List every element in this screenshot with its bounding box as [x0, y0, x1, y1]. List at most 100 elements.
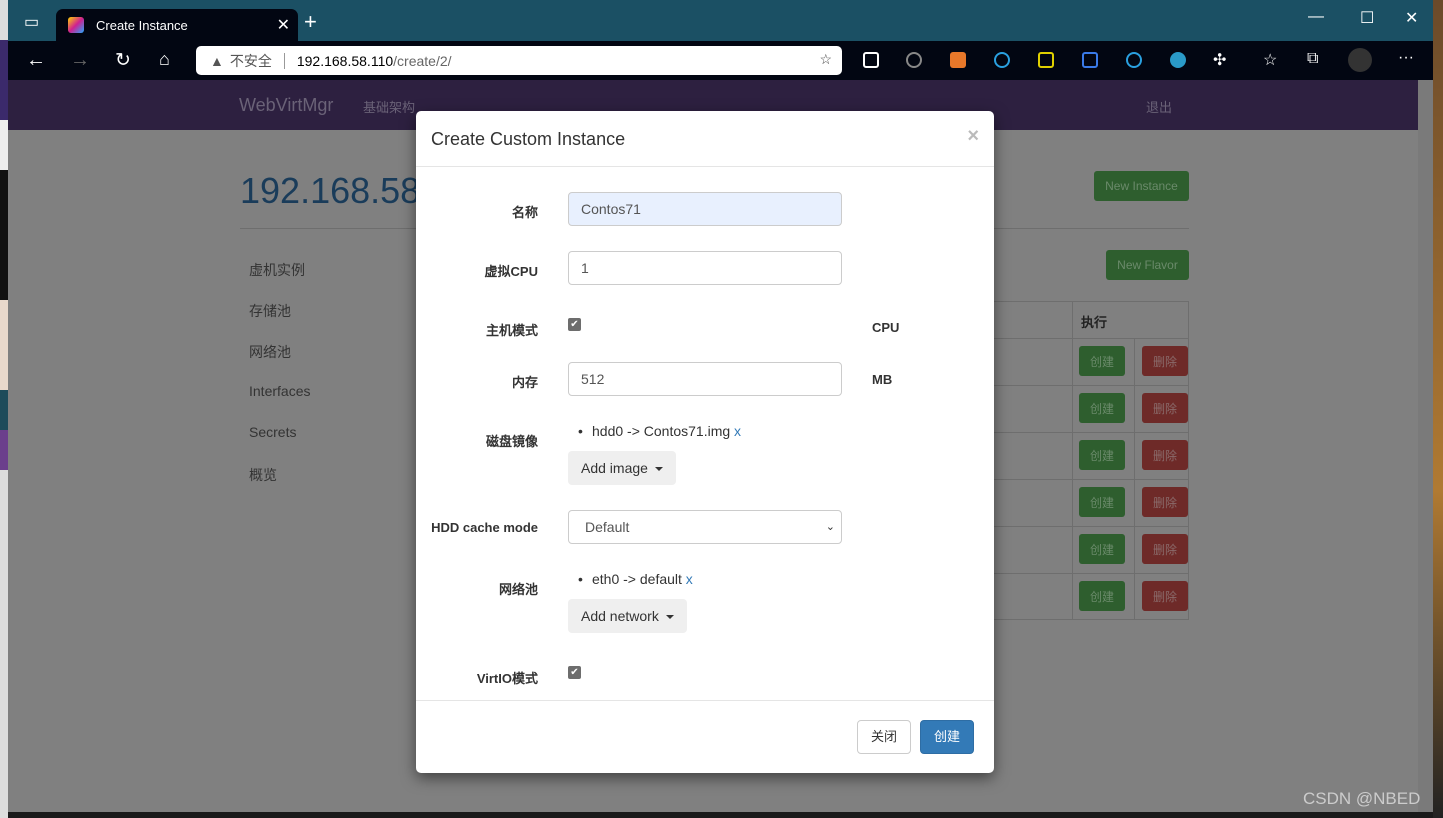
table-cell [1072, 573, 1073, 620]
sidebar-item-storage[interactable]: 存储池 [249, 301, 291, 321]
modal-footer [416, 700, 994, 701]
extension-icon[interactable] [1126, 52, 1142, 68]
new-flavor-button[interactable]: New Flavor [1106, 250, 1189, 280]
network-list-item: eth0 -> default x [578, 571, 693, 587]
tab-title: Create Instance [96, 17, 188, 33]
close-button[interactable]: 关闭 [857, 720, 911, 754]
refresh-icon[interactable]: ↻ [115, 49, 131, 72]
extension-icon[interactable] [863, 52, 879, 68]
table-cell [1134, 526, 1135, 573]
create-flavor-button[interactable]: 创建 [1079, 487, 1125, 517]
virtio-checkbox[interactable]: ✔ [568, 666, 581, 679]
new-tab-icon[interactable]: + [304, 9, 317, 35]
extension-icon[interactable] [1170, 52, 1186, 68]
sidebar-item-instances[interactable]: 虚机实例 [249, 260, 305, 280]
cache-mode-value: Default [585, 519, 630, 535]
extensions-icon[interactable]: ✣ [1213, 50, 1226, 70]
name-label: 名称 [511, 205, 538, 220]
tab-bar: ▭ Create Instance ✕ + — ☐ ✕ [8, 0, 1433, 41]
security-label: 不安全 [229, 52, 272, 69]
home-icon[interactable]: ⌂ [159, 49, 170, 70]
scrollbar[interactable] [1418, 80, 1433, 812]
divider [283, 52, 285, 69]
caret-down-icon [654, 467, 663, 472]
table-cell [1134, 573, 1135, 620]
sidebar-item-secrets[interactable]: Secrets [249, 424, 296, 440]
vcpu-input[interactable]: 1 [568, 251, 842, 285]
sidebar-item-overview[interactable]: 概览 [249, 465, 277, 485]
table-cell [1072, 432, 1073, 479]
collections-icon[interactable]: ⧉ [1307, 50, 1318, 68]
table-cell [1134, 432, 1135, 479]
nav-logout[interactable]: 退出 [1146, 97, 1172, 116]
minimize-icon[interactable]: — [1308, 8, 1324, 26]
add-favorite-icon[interactable]: ☆ [819, 51, 832, 68]
table-header-action: 执行 [1072, 302, 1189, 338]
virtio-label: VirtIO模式 [476, 671, 538, 686]
desktop-background-right [1433, 0, 1443, 818]
delete-flavor-button[interactable]: 删除 [1142, 346, 1188, 376]
create-flavor-button[interactable]: 创建 [1079, 346, 1125, 376]
create-flavor-button[interactable]: 创建 [1079, 534, 1125, 564]
memory-unit: MB [872, 372, 893, 387]
remove-network-link[interactable]: x [686, 571, 693, 587]
address-bar[interactable]: ▲ 不安全 192.168.58.110 /create/2/ ☆ [196, 46, 842, 75]
create-flavor-button[interactable]: 创建 [1079, 393, 1125, 423]
disk-item-text: hdd0 -> Contos71.img [592, 423, 731, 439]
delete-flavor-button[interactable]: 删除 [1142, 440, 1188, 470]
new-instance-button[interactable]: New Instance [1094, 171, 1189, 201]
extension-icon[interactable] [1038, 52, 1054, 68]
disk-label: 磁盘镜像 [485, 434, 538, 449]
delete-flavor-button[interactable]: 删除 [1142, 393, 1188, 423]
tab-create-instance[interactable]: Create Instance ✕ [56, 9, 298, 41]
delete-flavor-button[interactable]: 删除 [1142, 534, 1188, 564]
maximize-icon[interactable]: ☐ [1360, 8, 1374, 28]
add-image-label: Add image [581, 460, 648, 476]
modal-title: Create Custom Instance [431, 129, 626, 149]
url-path: /create/2/ [393, 52, 452, 69]
add-image-button[interactable]: Add image [568, 451, 676, 485]
delete-flavor-button[interactable]: 删除 [1142, 487, 1188, 517]
memory-input[interactable]: 512 [568, 362, 842, 396]
favorites-icon[interactable]: ☆ [1263, 50, 1277, 70]
avatar[interactable] [1348, 48, 1372, 72]
forward-icon[interactable]: → [70, 49, 90, 72]
more-icon[interactable]: ··· [1398, 49, 1414, 67]
create-button[interactable]: 创建 [920, 720, 974, 754]
nav-infrastructure[interactable]: 基础架构 [363, 97, 415, 116]
delete-flavor-button[interactable]: 删除 [1142, 581, 1188, 611]
chevron-down-icon: ⌄ [825, 521, 835, 533]
remove-disk-link[interactable]: x [734, 423, 741, 439]
close-tab-icon[interactable]: ✕ [277, 15, 290, 35]
extension-icon[interactable] [994, 52, 1010, 68]
create-flavor-button[interactable]: 创建 [1079, 440, 1125, 470]
close-window-icon[interactable]: ✕ [1405, 8, 1418, 28]
extension-icon[interactable] [950, 52, 966, 68]
url-host: 192.168.58.110 [296, 52, 394, 69]
table-cell [1134, 338, 1135, 385]
create-instance-modal: Create Custom Instance × 名称 Contos71 虚拟C… [416, 111, 994, 773]
page-title: 192.168.58. [240, 170, 431, 211]
host-mode-unit: CPU [872, 320, 900, 335]
cache-mode-select[interactable]: Default ⌄ [568, 510, 842, 544]
back-icon[interactable]: ← [26, 49, 46, 72]
network-item-text: eth0 -> default [592, 571, 682, 587]
table-cell [1072, 385, 1073, 432]
warning-icon: ▲ [210, 52, 224, 69]
modal-header: Create Custom Instance × [416, 111, 994, 167]
sidebar-item-interfaces[interactable]: Interfaces [249, 383, 310, 399]
sidebar-item-network[interactable]: 网络池 [249, 342, 291, 362]
extension-icon[interactable] [906, 52, 922, 68]
add-network-button[interactable]: Add network [568, 599, 687, 633]
favicon-icon [68, 17, 84, 33]
create-flavor-button[interactable]: 创建 [1079, 581, 1125, 611]
host-mode-checkbox[interactable]: ✔ [568, 318, 581, 331]
watermark: CSDN @NBED [1303, 789, 1421, 808]
close-icon[interactable]: × [967, 125, 979, 148]
tab-actions-icon[interactable]: ▭ [24, 12, 39, 32]
cache-mode-label: HDD cache mode [431, 520, 538, 535]
brand-logo[interactable]: WebVirtMgr [239, 95, 333, 116]
name-input[interactable]: Contos71 [568, 192, 842, 226]
desktop-background [0, 0, 8, 818]
extension-icon[interactable] [1082, 52, 1098, 68]
